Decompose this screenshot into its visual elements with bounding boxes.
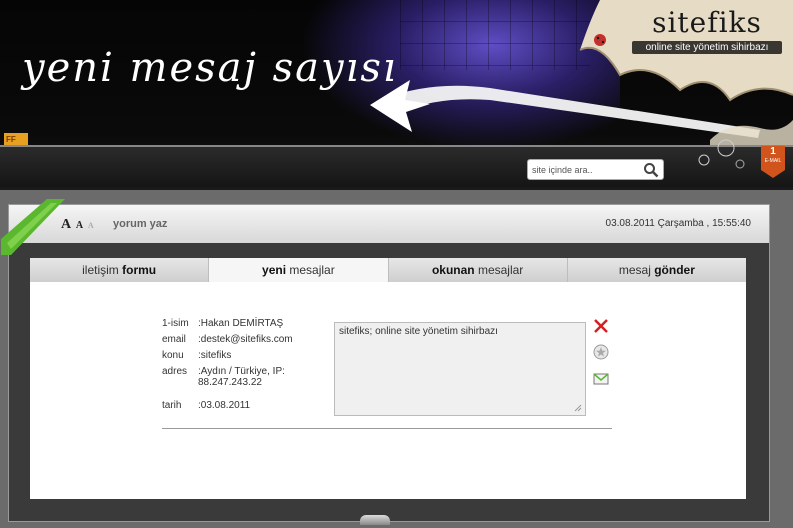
field-date: tarih :03.08.2011 [162, 400, 251, 411]
tab-bar: iletişim formu yeni mesajlar okunan mesa… [30, 258, 746, 282]
bubbles-decoration [698, 139, 745, 169]
resize-grip-icon[interactable] [574, 404, 582, 412]
font-decrease-button[interactable]: A [76, 220, 83, 231]
brand-tagline: online site yönetim sihirbazı [632, 41, 782, 54]
brand-name: sitefiks [652, 6, 762, 39]
message-actions [593, 318, 611, 396]
delete-x-icon[interactable] [593, 318, 609, 334]
comment-link[interactable]: yorum yaz [113, 218, 167, 230]
search-icon[interactable] [643, 162, 659, 178]
banner-headline: yeni mesaj sayısı [22, 45, 398, 91]
envelope-icon[interactable] [593, 370, 609, 386]
tab-contact-form[interactable]: iletişim formu [30, 258, 210, 282]
message-text: sitefiks; online site yönetim sihirbazı [339, 326, 498, 337]
sender-info: 1-isim :Hakan DEMİRTAŞ email :destek@sit… [162, 318, 322, 416]
ladybug-icon [594, 34, 606, 46]
scroll-knob[interactable] [360, 515, 390, 525]
font-increase-button[interactable]: A [61, 217, 71, 232]
star-icon[interactable] [593, 344, 609, 360]
content-divider [162, 428, 612, 429]
main-panel: A A A yorum yaz 03.08.2011 Çarşamba , 15… [1, 199, 770, 522]
font-reset-button[interactable]: A [88, 221, 94, 230]
message-content: 1-isim :Hakan DEMİRTAŞ email :destek@sit… [30, 282, 746, 499]
panel-toolbar: A A A yorum yaz 03.08.2011 Çarşamba , 15… [1, 199, 769, 255]
field-email: email :destek@sitefiks.com [162, 334, 293, 345]
brand-logo[interactable]: sitefiks online site yönetim sihirbazı [632, 6, 782, 54]
mail-label: E-MAIL [764, 158, 782, 164]
nav-strip [0, 145, 793, 187]
field-name: 1-isim :Hakan DEMİRTAŞ [162, 318, 284, 329]
tab-new-messages[interactable]: yeni mesajlar [209, 258, 389, 282]
tab-send-message[interactable]: mesaj gönder [567, 258, 746, 282]
field-subject: konu :sitefiks [162, 350, 232, 361]
tab-read-messages[interactable]: okunan mesajlar [388, 258, 568, 282]
search-box [527, 159, 664, 180]
message-body[interactable]: sitefiks; online site yönetim sihirbazı [334, 322, 586, 416]
current-datetime: 03.08.2011 Çarşamba , 15:55:40 [605, 218, 751, 229]
mail-count: 1 [770, 146, 776, 157]
field-address: adres :Aydın / Türkiye, IP: 88.247.243.2… [162, 366, 285, 388]
font-size-controls: A A A [61, 217, 94, 233]
header-banner: yeni mesaj sayısı sitefiks online site y… [0, 0, 793, 190]
corner-ribbon-icon [1, 199, 65, 255]
search-input[interactable] [532, 162, 640, 177]
